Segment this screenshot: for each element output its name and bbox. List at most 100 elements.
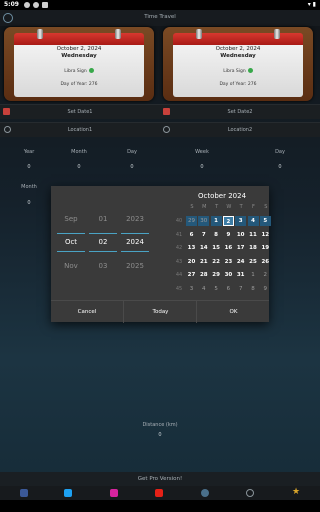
calendar-binding	[173, 33, 303, 45]
calendar-day[interactable]: 18	[248, 243, 259, 253]
calendar-card-1[interactable]: October 2, 2024 Wednesday Libra Sign Day…	[4, 27, 154, 101]
calendar-day[interactable]: 22	[211, 257, 222, 267]
cancel-button[interactable]: Cancel	[51, 301, 123, 323]
calendar-day[interactable]: 31	[235, 270, 246, 280]
calendar-day[interactable]: 19	[260, 243, 271, 253]
calendar-day[interactable]: 13	[186, 243, 197, 253]
calendar-day[interactable]: 14	[198, 243, 209, 253]
calendar-day[interactable]: 9	[260, 284, 271, 294]
weekday-header: W	[226, 204, 232, 210]
card-day-of-year: Day of Year: 276	[60, 82, 98, 87]
spinner-month-next[interactable]: Nov	[57, 262, 85, 270]
diff-label-week: Week	[195, 149, 209, 155]
app-bar: Time Travel	[0, 10, 320, 26]
calendar-day[interactable]: 6	[186, 230, 197, 240]
weekday-header: S	[190, 204, 194, 210]
calendar-day[interactable]: 15	[211, 243, 222, 253]
calendar-day[interactable]: 20	[186, 257, 197, 267]
spinner-day-prev[interactable]: 01	[89, 215, 117, 223]
get-pro-button[interactable]: Get Pro Version!	[0, 472, 320, 486]
calendar-month-title: October 2024	[197, 192, 247, 200]
spinner-month-prev[interactable]: Sep	[57, 215, 85, 223]
location-row: Location1 Location2	[0, 122, 320, 137]
calendar-day[interactable]: 28	[198, 270, 209, 280]
calendar-day[interactable]: 7	[235, 284, 246, 294]
globe-icon[interactable]	[201, 489, 209, 497]
spinner-year-next[interactable]: 2025	[121, 262, 149, 270]
calendar-day[interactable]: 10	[235, 230, 246, 240]
calendar-day[interactable]: 2	[260, 270, 271, 280]
spinner-year-prev[interactable]: 2023	[121, 215, 149, 223]
calendar-day[interactable]: 23	[223, 257, 234, 267]
diff-value-week: 0	[200, 164, 204, 170]
calendar-day[interactable]: 3	[235, 216, 247, 226]
calendar-day[interactable]: 8	[211, 230, 222, 240]
zodiac-icon	[247, 68, 253, 73]
calendar-day[interactable]: 29	[186, 216, 197, 226]
week-number: 41	[175, 231, 183, 238]
calendar-day[interactable]: 26	[260, 257, 271, 267]
calendar-day[interactable]: 16	[223, 243, 234, 253]
spinner-day-next[interactable]: 03	[89, 262, 117, 270]
card-weekday: Wednesday	[61, 53, 97, 59]
date-picker-dialog: Sep Oct Nov 01 02 03 2023 2024 2025 Octo…	[51, 186, 271, 323]
calendar-day[interactable]: 25	[248, 257, 259, 267]
calendar-day[interactable]: 6	[223, 284, 234, 294]
calendar-day[interactable]: 30	[198, 216, 210, 226]
location1-button[interactable]: Location1	[0, 127, 160, 133]
calendar-ring-icon	[196, 29, 202, 39]
calendar-day[interactable]: 24	[235, 257, 246, 267]
notification-icon	[24, 2, 30, 8]
calendar-day[interactable]: 4	[198, 284, 209, 294]
set-date2-button[interactable]: Set Date2	[160, 109, 320, 115]
calendar-day[interactable]: 2	[222, 216, 234, 226]
calendar-day[interactable]: 17	[235, 243, 246, 253]
set-date1-button[interactable]: Set Date1	[0, 109, 160, 115]
spinner-divider	[89, 233, 117, 234]
calendar-day[interactable]: 12	[260, 230, 271, 240]
card-date: October 2, 2024	[56, 46, 102, 52]
calendar-day[interactable]: 27	[186, 270, 197, 280]
calendar-day[interactable]: 5	[259, 216, 271, 226]
calendar-card-2[interactable]: October 2, 2024 Wednesday Libra Sign Day…	[163, 27, 313, 101]
set-date-row: Set Date1 Set Date2	[0, 104, 320, 119]
dialog-button-bar: Cancel Today OK	[51, 300, 269, 323]
calendar-day[interactable]: 1	[248, 270, 259, 280]
calendar-day[interactable]: 4	[247, 216, 259, 226]
calendar-day[interactable]: 9	[223, 230, 234, 240]
shield-icon	[33, 2, 39, 8]
calendar-day[interactable]: 21	[198, 257, 209, 267]
calendar-day[interactable]: 1	[210, 216, 222, 226]
calendar-day[interactable]: 3	[186, 284, 197, 294]
sign-label: Libra Sign	[223, 69, 246, 74]
facebook-icon[interactable]	[20, 489, 28, 497]
instagram-icon[interactable]	[110, 489, 118, 497]
today-button[interactable]: Today	[123, 301, 197, 323]
calendar-day[interactable]: 30	[223, 270, 234, 280]
location2-button[interactable]: Location2	[160, 127, 320, 133]
spinner-year-selected[interactable]: 2024	[121, 238, 149, 246]
weekday-header: S	[264, 204, 268, 210]
week-number: 42	[175, 245, 183, 252]
spinner-day-selected[interactable]: 02	[89, 238, 117, 246]
diff-label-month: Month	[71, 149, 87, 155]
calendar-day[interactable]: 11	[248, 230, 259, 240]
twitter-icon[interactable]	[64, 489, 72, 497]
diff-label-day2: Day	[275, 149, 285, 155]
share-icon[interactable]	[246, 489, 254, 497]
app-notification-icon	[42, 2, 48, 8]
spinner-month-selected[interactable]: Oct	[57, 238, 85, 246]
week-number: 40	[175, 218, 183, 224]
calendar-day[interactable]: 7	[198, 230, 209, 240]
calendar-day[interactable]: 8	[248, 284, 259, 294]
weekday-header: T	[215, 204, 219, 210]
card-weekday: Wednesday	[220, 53, 256, 59]
calendar-day[interactable]: 29	[211, 270, 222, 280]
calendar-day[interactable]: 5	[211, 284, 222, 294]
ok-button[interactable]: OK	[196, 301, 270, 323]
week-number: 44	[175, 272, 183, 279]
star-icon[interactable]: ★	[292, 487, 300, 497]
distance-label: Distance (km)	[142, 422, 178, 428]
zodiac-icon	[88, 68, 94, 73]
youtube-icon[interactable]	[155, 489, 163, 497]
